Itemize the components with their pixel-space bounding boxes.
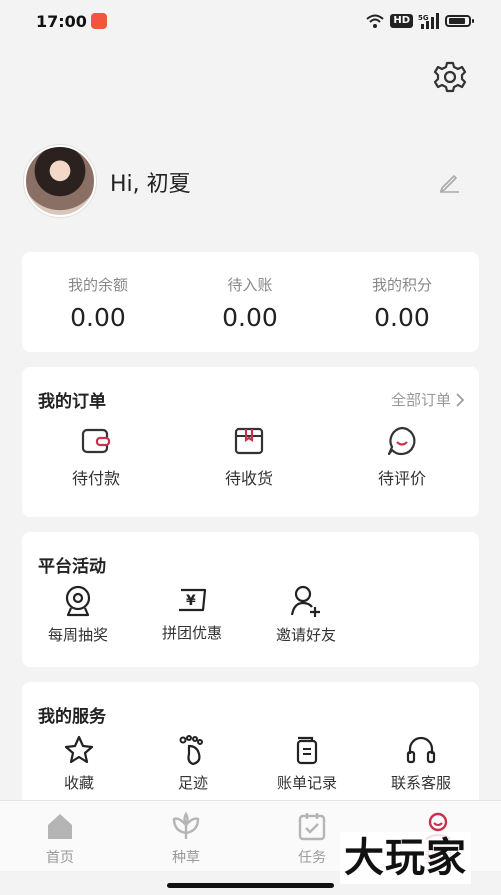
add-user-icon xyxy=(290,585,320,617)
orders-title: 我的订单 xyxy=(38,392,106,412)
pending-income-item[interactable]: 待入账 0.00 xyxy=(174,274,326,332)
order-label: 待收货 xyxy=(224,469,273,488)
headset-icon xyxy=(406,736,436,764)
orders-card: 我的订单 全部订单 待付款 待收货 待评价 xyxy=(22,367,479,517)
svg-text:5G: 5G xyxy=(418,14,429,22)
balance-value: 0.00 xyxy=(70,303,126,332)
battery-icon xyxy=(445,15,474,27)
balance-label: 我的余额 xyxy=(67,276,128,294)
tab-label: 种草 xyxy=(172,850,200,866)
status-time: 17:00 xyxy=(36,12,87,31)
wifi-icon xyxy=(366,14,384,28)
points-value: 0.00 xyxy=(374,303,430,332)
watermark: 大玩家 xyxy=(340,832,471,884)
gear-icon xyxy=(433,61,467,93)
order-label: 待付款 xyxy=(71,469,120,488)
points-label: 我的积分 xyxy=(371,276,432,294)
task-icon xyxy=(298,813,326,841)
service-label: 联系客服 xyxy=(390,774,451,792)
service-label: 收藏 xyxy=(63,774,94,792)
order-pending-payment[interactable]: 待付款 xyxy=(46,425,146,489)
activity-label: 每周抽奖 xyxy=(47,626,108,644)
edit-profile-button[interactable] xyxy=(437,170,461,194)
wallet-icon xyxy=(81,428,111,454)
activity-label: 邀请好友 xyxy=(275,626,336,644)
hd-badge: HD xyxy=(390,14,413,28)
order-label: 待评价 xyxy=(377,469,426,488)
points-item[interactable]: 我的积分 0.00 xyxy=(326,274,478,332)
pending-income-value: 0.00 xyxy=(222,303,278,332)
plant-icon xyxy=(172,811,200,839)
services-title: 我的服务 xyxy=(38,707,106,727)
signal-icon: 5G xyxy=(418,13,439,29)
chevron-right-icon xyxy=(456,392,465,407)
home-indicator[interactable] xyxy=(167,883,334,888)
service-label: 足迹 xyxy=(177,774,208,792)
tab-grass[interactable]: 种草 xyxy=(136,811,236,867)
balance-item[interactable]: 我的余额 0.00 xyxy=(22,274,174,332)
pending-income-label: 待入账 xyxy=(227,276,273,294)
all-orders-label: 全部订单 xyxy=(390,391,451,409)
activity-group-buy[interactable]: ¥ 拼团优惠 xyxy=(146,584,238,643)
gift-box-icon xyxy=(234,427,264,455)
activity-invite-friends[interactable]: 邀请好友 xyxy=(260,584,352,645)
all-orders-link[interactable]: 全部订单 xyxy=(391,389,465,410)
service-customer-support[interactable]: 联系客服 xyxy=(376,734,466,793)
settings-button[interactable] xyxy=(433,60,467,94)
status-icons: HD 5G xyxy=(365,11,474,31)
footprint-icon xyxy=(179,735,203,766)
avatar[interactable] xyxy=(24,145,96,217)
order-pending-receipt[interactable]: 待收货 xyxy=(199,425,299,489)
yen-ticket-icon: ¥ xyxy=(179,588,207,612)
service-bill-records[interactable]: 账单记录 xyxy=(262,734,352,793)
smile-chat-icon xyxy=(387,426,416,456)
service-label: 账单记录 xyxy=(276,774,337,792)
service-favorites[interactable]: 收藏 xyxy=(34,734,124,793)
greeting-text: Hi, 初夏 xyxy=(110,172,191,197)
activity-weekly-lottery[interactable]: 每周抽奖 xyxy=(32,584,124,645)
music-app-icon xyxy=(91,13,107,29)
tab-label: 首页 xyxy=(46,850,74,866)
svg-text:¥: ¥ xyxy=(186,593,196,609)
document-icon xyxy=(296,736,318,765)
pencil-icon xyxy=(440,175,459,193)
service-footprints[interactable]: 足迹 xyxy=(148,734,238,793)
services-card: 我的服务 收藏 足迹 账单记录 联系客服 xyxy=(22,682,479,807)
activities-title: 平台活动 xyxy=(38,557,106,577)
activities-card: 平台活动 每周抽奖 ¥ 拼团优惠 邀请好友 xyxy=(22,532,479,667)
webcam-icon xyxy=(65,585,91,617)
order-pending-review[interactable]: 待评价 xyxy=(352,425,452,489)
star-icon xyxy=(64,735,94,764)
balance-card: 我的余额 0.00 待入账 0.00 我的积分 0.00 xyxy=(22,252,479,352)
activity-label: 拼团优惠 xyxy=(161,624,222,642)
home-icon xyxy=(48,814,72,839)
tab-home[interactable]: 首页 xyxy=(10,811,110,867)
